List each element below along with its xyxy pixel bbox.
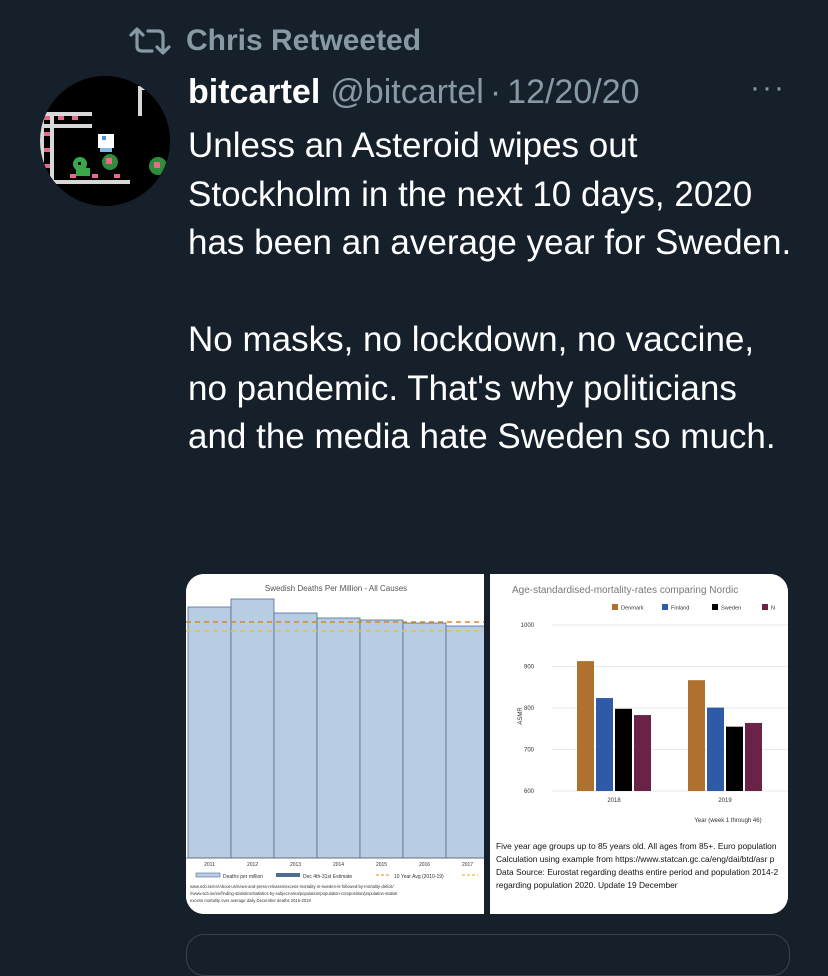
legend-swatch: [662, 604, 668, 610]
right-chart-title: Age-standardised-mortality-rates compari…: [512, 585, 738, 596]
left-chart-title: Swedish Deaths Per Million - All Causes: [265, 584, 407, 593]
more-options-icon[interactable]: ···: [748, 73, 788, 108]
retweet-label: Chris Retweeted: [186, 24, 422, 57]
separator-dot: ·: [489, 72, 502, 111]
x-tick-label: 2013: [290, 862, 301, 868]
legend-item: Dec 4th-31st Estimate: [303, 874, 352, 880]
chart-note: regarding population 2020. Update 19 Dec…: [496, 880, 678, 890]
tweet-date[interactable]: 12/20/20: [507, 73, 639, 112]
chart-note: Five year age groups up to 85 years old.…: [496, 841, 777, 851]
bar: [577, 661, 594, 791]
tweet-paragraph: Unless an Asteroid wipes out Stockholm i…: [188, 126, 792, 262]
bar: [230, 598, 275, 859]
bar: [707, 707, 724, 791]
media-image-right[interactable]: Age-standardised-mortality-rates compari…: [490, 574, 788, 914]
bar: [359, 619, 404, 859]
y-tick-label: 1000: [521, 623, 535, 629]
author-handle[interactable]: @bitcartel: [330, 73, 484, 112]
x-tick-label: 2018: [607, 798, 621, 804]
bar: [596, 698, 613, 791]
x-tick-label: 2012: [247, 862, 258, 868]
y-tick-label: 700: [524, 748, 535, 754]
bar: [615, 708, 632, 791]
x-tick-label: 2014: [333, 862, 344, 868]
left-chart-legend: Deaths per million Dec 4th-31st Estimate…: [195, 872, 478, 880]
tweet-media[interactable]: Swedish Deaths Per Million - All Causes …: [186, 574, 788, 914]
right-chart-ylabel: ASMR: [518, 707, 524, 725]
legend-item: Deaths per million: [223, 874, 263, 880]
x-tick-label: 2015: [376, 862, 387, 868]
right-chart-xlabel: Year (week 1 through 46): [694, 818, 761, 824]
tweet-author-line: bitcartel @bitcartel · 12/20/20: [188, 70, 640, 114]
y-tick-label: 800: [524, 706, 535, 712]
y-tick-label: 900: [524, 665, 535, 671]
chart-note: Calculation using example from https://w…: [496, 854, 775, 864]
legend-item: 10 Year Avg (2010-19): [394, 874, 444, 880]
left-chart-source: //www.scb.se/en/finding-statistics/stati…: [190, 891, 397, 896]
x-tick-label: 2016: [419, 862, 430, 868]
left-chart-source: excess mortality over average daily Dece…: [190, 898, 311, 903]
bar: [445, 625, 484, 859]
tweet-text: Unless an Asteroid wipes out Stockholm i…: [188, 122, 798, 462]
x-tick-label: 2017: [462, 862, 473, 868]
legend-swatch: [612, 604, 618, 610]
quoted-tweet-box[interactable]: [186, 934, 790, 976]
bar: [745, 722, 762, 791]
retweet-icon: [129, 27, 171, 55]
tweet-paragraph: No masks, no lockdown, no vaccine, no pa…: [188, 320, 776, 456]
bar: [402, 622, 447, 859]
chart-note: Data Source: Eurostat regarding deaths e…: [496, 867, 779, 877]
legend-label: Sweden: [721, 606, 741, 612]
legend-swatch: [762, 604, 768, 610]
bar: [688, 680, 705, 791]
media-image-left[interactable]: Swedish Deaths Per Million - All Causes …: [186, 574, 484, 914]
left-chart-source: www.scb.se/en/About-us/news-and-press-re…: [190, 884, 394, 889]
y-tick-label: 600: [524, 789, 535, 795]
avatar[interactable]: [40, 76, 170, 206]
bar: [273, 612, 318, 859]
bar: [726, 726, 743, 791]
x-tick-label: 2019: [718, 798, 732, 804]
bar: [634, 715, 651, 791]
legend-swatch: [712, 604, 718, 610]
x-tick-label: 2011: [204, 862, 215, 868]
legend-label: Denmark: [621, 606, 644, 612]
legend-label: N: [771, 606, 775, 612]
author-name[interactable]: bitcartel: [188, 73, 320, 112]
bar: [187, 606, 232, 859]
right-chart-legend: Denmark Finland Sweden N: [612, 604, 775, 612]
retweet-header: Chris Retweeted: [128, 22, 421, 60]
bar: [316, 617, 361, 859]
right-chart-notes: Five year age groups up to 85 years old.…: [496, 840, 788, 892]
legend-label: Finland: [671, 606, 689, 612]
